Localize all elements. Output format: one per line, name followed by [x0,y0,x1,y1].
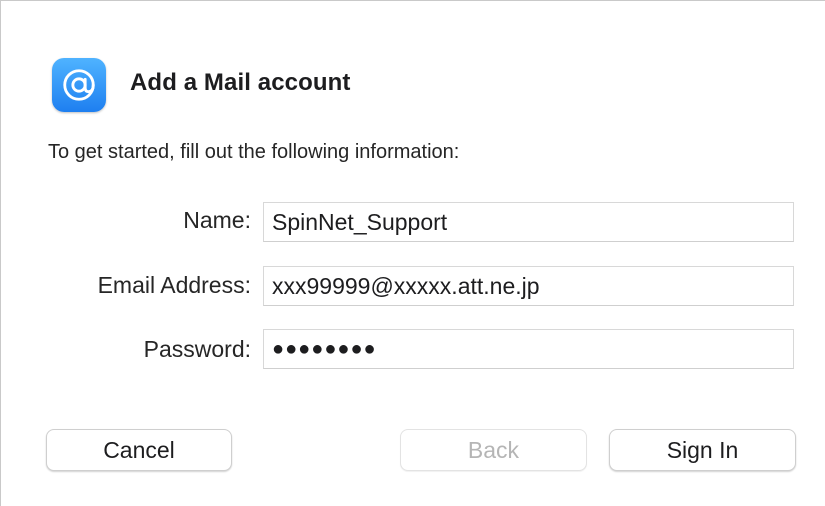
add-mail-account-dialog: Add a Mail account To get started, fill … [0,0,825,506]
dialog-title: Add a Mail account [130,69,351,96]
password-field[interactable] [263,329,794,369]
cancel-button[interactable]: Cancel [46,429,232,471]
password-label: Password: [143,336,251,362]
sign-in-button[interactable]: Sign In [609,429,796,471]
back-button[interactable]: Back [400,429,587,471]
at-sign-icon [52,58,106,112]
name-field[interactable] [263,202,794,242]
at-sign-glyph [63,69,95,101]
name-label: Name: [183,207,251,233]
email-address-label: Email Address: [97,272,251,298]
email-address-field[interactable] [263,266,794,306]
intro-text: To get started, fill out the following i… [48,141,460,163]
